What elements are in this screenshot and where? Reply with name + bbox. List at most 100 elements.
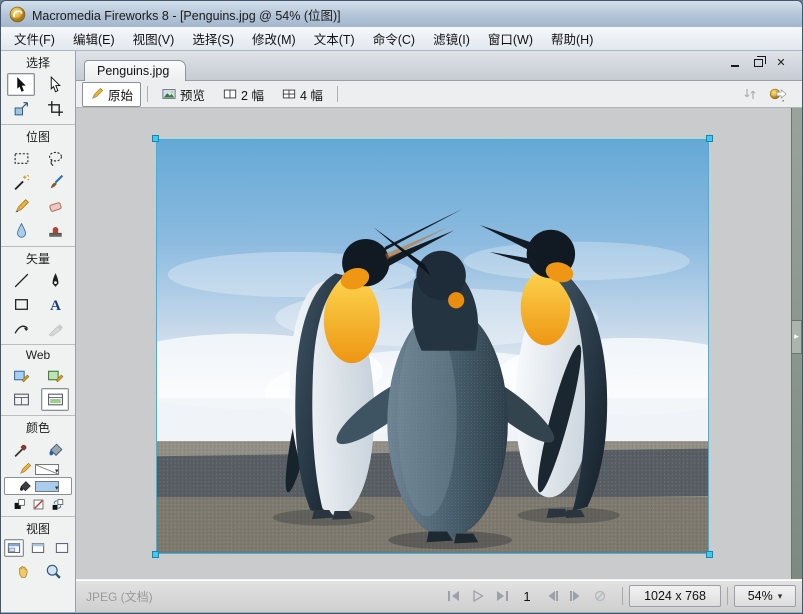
four-pane-icon	[282, 87, 296, 101]
play-button[interactable]	[470, 589, 486, 603]
minimize-button[interactable]	[728, 56, 742, 69]
tools-section-label: 选择	[4, 54, 72, 71]
rectangle-tool-icon[interactable]	[7, 293, 35, 316]
zoom-level-dropdown[interactable]: 54% ▾	[734, 585, 796, 607]
status-bar: JPEG (文档) 1 1024 x 768 54% ▾	[76, 579, 802, 612]
restore-button[interactable]	[751, 56, 765, 69]
text-tool-icon[interactable]: A	[41, 293, 69, 316]
paint-bucket-tool-icon[interactable]	[41, 438, 69, 461]
menu-filters[interactable]: 滤镜(I)	[424, 26, 479, 51]
previous-frame-button[interactable]	[544, 589, 560, 603]
show-hotspots-slices-button[interactable]	[41, 388, 69, 411]
tools-section-select: 选择	[1, 51, 75, 124]
selection-handle-top-right[interactable]	[706, 135, 713, 142]
tools-section-web: Web	[1, 344, 75, 415]
hide-hotspots-slices-button[interactable]	[7, 388, 35, 411]
tools-section-view: 视图	[1, 516, 75, 585]
selection-handle-top-left[interactable]	[152, 135, 159, 142]
slice-tool-icon[interactable]	[41, 364, 69, 387]
crop-tool-icon[interactable]	[41, 97, 69, 120]
collapsed-panel-strip: ▸	[791, 108, 802, 579]
dropdown-arrow-icon: ▾	[778, 591, 783, 602]
selection-handle-bottom-left[interactable]	[152, 551, 159, 558]
subselection-tool-icon[interactable]	[41, 73, 69, 96]
full-screen-mode-button[interactable]	[52, 539, 72, 557]
standard-screen-mode-button[interactable]	[4, 539, 24, 557]
panel-expander-arrow[interactable]: ▸	[791, 320, 802, 354]
menu-bar: 文件(F) 编辑(E) 视图(V) 选择(S) 修改(M) 文本(T) 命令(C…	[1, 27, 802, 51]
menu-view[interactable]: 视图(V)	[124, 26, 184, 51]
menu-window[interactable]: 窗口(W)	[479, 26, 542, 51]
first-frame-button[interactable]	[446, 589, 462, 603]
freeform-tool-icon[interactable]	[7, 317, 35, 340]
marquee-tool-icon[interactable]	[7, 147, 35, 170]
app-window: Macromedia Fireworks 8 - [Penguins.jpg @…	[0, 0, 803, 614]
title-bar: Macromedia Fireworks 8 - [Penguins.jpg @…	[1, 1, 802, 27]
menu-edit[interactable]: 编辑(E)	[64, 26, 124, 51]
lasso-tool-icon[interactable]	[41, 147, 69, 170]
rectangle-hotspot-tool-icon[interactable]	[7, 364, 35, 387]
pointer-tool-icon[interactable]	[7, 73, 35, 96]
frame-controls: 1	[446, 589, 608, 604]
full-screen-with-menus-mode-button[interactable]	[28, 539, 48, 557]
preview-view-button[interactable]: 预览	[154, 82, 213, 107]
rubber-stamp-tool-icon[interactable]	[41, 219, 69, 242]
tools-section-colors: 颜色 ▾ ▾	[1, 415, 75, 516]
sort-arrows-icon	[742, 86, 758, 102]
menu-modify[interactable]: 修改(M)	[243, 26, 305, 51]
tools-section-label: 位图	[4, 128, 72, 145]
pencil-tool-icon[interactable]	[7, 195, 35, 218]
no-stroke-fill-button[interactable]	[31, 497, 46, 512]
eyedropper-tool-icon[interactable]	[7, 438, 35, 461]
next-frame-button[interactable]	[568, 589, 584, 603]
tools-section-label: Web	[4, 348, 72, 362]
file-type-label: JPEG (文档)	[86, 588, 440, 605]
document-area: Penguins.jpg ✕ 原始 预览	[76, 51, 802, 612]
menu-help[interactable]: 帮助(H)	[542, 26, 602, 51]
two-pane-icon	[223, 87, 237, 101]
four-up-view-button[interactable]: 4 幅	[274, 82, 331, 107]
scale-tool-icon[interactable]	[7, 97, 35, 120]
zoom-tool-icon[interactable]	[43, 561, 63, 581]
knife-tool-icon	[41, 317, 69, 340]
canvas-area[interactable]: ▸	[76, 108, 802, 579]
window-title: Macromedia Fireworks 8 - [Penguins.jpg @…	[32, 5, 341, 24]
canvas-image-penguins[interactable]	[156, 139, 709, 554]
tools-panel: 选择 位图	[1, 51, 76, 612]
magic-wand-tool-icon[interactable]	[7, 171, 35, 194]
blur-tool-icon[interactable]	[7, 219, 35, 242]
fill-color-bucket-icon	[18, 479, 32, 493]
fireworks-logo-icon	[9, 6, 26, 23]
image-thumbnail-icon	[162, 87, 176, 101]
menu-file[interactable]: 文件(F)	[5, 26, 64, 51]
fill-color-swatch[interactable]: ▾	[35, 481, 59, 492]
brush-tool-icon[interactable]	[41, 171, 69, 194]
quick-export-button[interactable]	[768, 86, 788, 103]
frame-number: 1	[518, 589, 536, 604]
original-view-button[interactable]: 原始	[82, 82, 141, 107]
tools-section-vector: 矢量 A	[1, 246, 75, 344]
close-button[interactable]: ✕	[774, 56, 788, 69]
two-up-view-button[interactable]: 2 幅	[215, 82, 272, 107]
stroke-color-pencil-icon	[18, 462, 32, 476]
document-tab[interactable]: Penguins.jpg	[84, 60, 186, 81]
penguins-photo	[157, 140, 708, 553]
swap-colors-button[interactable]	[50, 497, 65, 512]
eraser-tool-icon[interactable]	[41, 195, 69, 218]
menu-select[interactable]: 选择(S)	[183, 26, 243, 51]
line-tool-icon[interactable]	[7, 269, 35, 292]
pencil-icon	[90, 87, 104, 101]
loop-button[interactable]	[592, 589, 608, 603]
selection-handle-bottom-right[interactable]	[706, 551, 713, 558]
menu-commands[interactable]: 命令(C)	[364, 26, 424, 51]
menu-text[interactable]: 文本(T)	[305, 26, 364, 51]
tools-section-label: 矢量	[4, 250, 72, 267]
document-header: Penguins.jpg ✕	[76, 51, 802, 80]
default-colors-button[interactable]	[12, 497, 27, 512]
hand-tool-icon[interactable]	[13, 561, 33, 581]
tools-section-label: 视图	[4, 520, 72, 537]
pen-tool-icon[interactable]	[41, 269, 69, 292]
last-frame-button[interactable]	[494, 589, 510, 603]
preview-toolbar: 原始 预览 2 幅 4 幅	[76, 80, 802, 108]
stroke-color-swatch[interactable]: ▾	[35, 464, 59, 475]
